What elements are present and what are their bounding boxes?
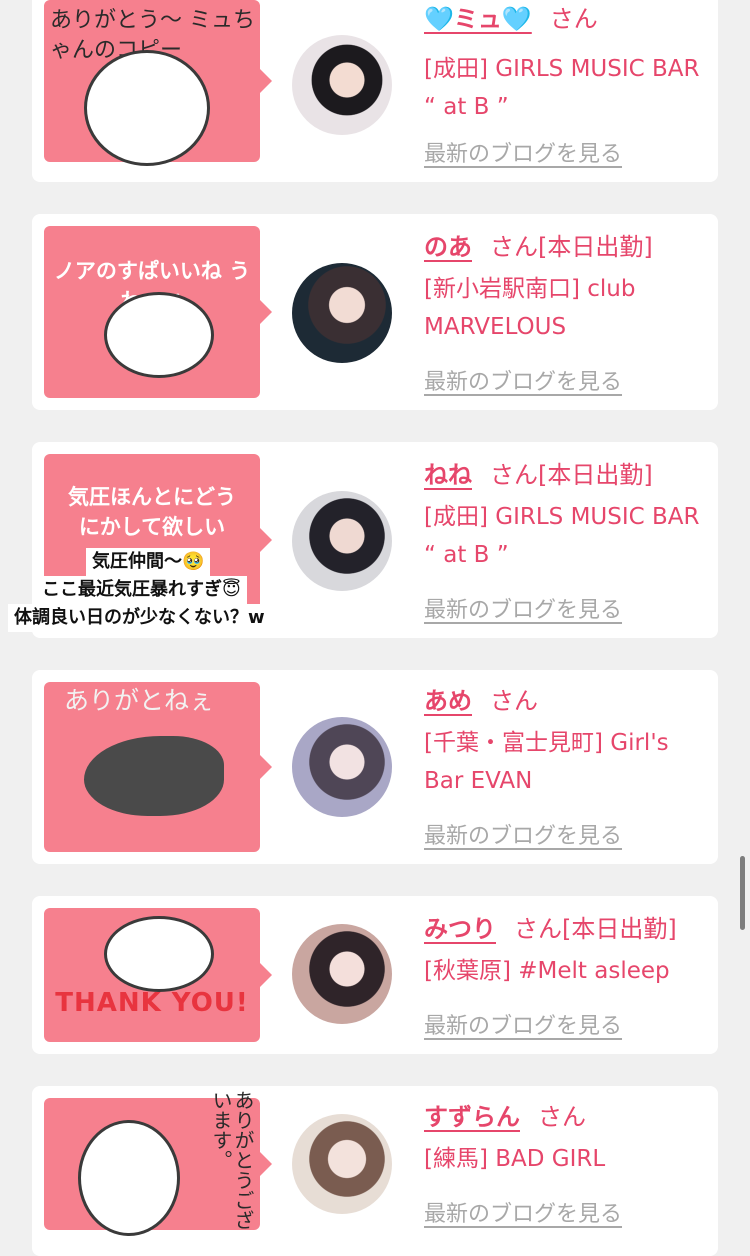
cast-name-line: のあ さん[本日出勤] [424, 230, 704, 264]
cast-name-line: みつり さん[本日出勤] [424, 912, 704, 946]
sticker-caption: THANK YOU! [55, 988, 249, 1018]
cast-name-link[interactable]: 🩵ミュ🩵 [424, 5, 532, 33]
cast-name-link[interactable]: ねね [424, 461, 472, 489]
sticker-character [104, 916, 214, 992]
avatar[interactable] [292, 1114, 392, 1214]
avatar[interactable] [292, 35, 392, 135]
cast-name-line: ねね さん[本日出勤] [424, 458, 704, 492]
shop-name: [千葉・富士見町] Girl's Bar EVAN [424, 730, 669, 794]
cast-name-link[interactable]: のあ [424, 233, 472, 261]
cast-name-line: あめ さん [424, 684, 704, 718]
sticker-caption: 気圧ほんとにどう にかして欲しい [68, 485, 236, 539]
honorific: さん [490, 687, 538, 715]
honorific: さん [549, 5, 598, 33]
cast-name-link[interactable]: あめ [424, 687, 472, 715]
cast-card[interactable]: ありがとねぇ あめ さん [千葉・富士見町] Girl's Bar EVAN 最新… [32, 670, 718, 864]
overlay-text-line: ここ最近気圧暴れすぎ😇 [36, 576, 247, 604]
avatar[interactable] [292, 717, 392, 817]
shop-name: [練馬] BAD GIRL [424, 1146, 606, 1172]
sticker-bubble: THANK YOU! [44, 908, 272, 1042]
cast-name-link[interactable]: みつり [424, 915, 496, 943]
sticker-bubble: ありがとうございます。 [44, 1090, 272, 1236]
sticker-character [78, 1120, 180, 1236]
cast-name-link[interactable]: すずらん [424, 1103, 520, 1131]
shop-name: [秋葉原] #Melt asleep [424, 958, 670, 984]
cast-card[interactable]: THANK YOU! みつり さん[本日出勤] [秋葉原] #Melt aslee… [32, 896, 718, 1054]
blog-link[interactable]: 最新のブログを見る [424, 1196, 622, 1228]
cast-card[interactable]: ありがとう〜 ミュちゃんのコピー 🩵ミュ🩵 さん [成田] GIRLS MUSIC… [32, 0, 718, 182]
scrollbar[interactable] [740, 856, 745, 930]
blog-link[interactable]: 最新のブログを見る [424, 818, 622, 850]
cast-card[interactable]: ありがとうございます。 すずらん さん [練馬] BAD GIRL 最新のブログを… [32, 1086, 718, 1256]
sticker-bubble: ありがとう〜 ミュちゃんのコピー [44, 0, 272, 166]
status-badge: [本日出勤] [538, 461, 653, 489]
sticker-bubble: ノアのすぱいいね うわーい [44, 226, 272, 398]
cast-card[interactable]: ノアのすぱいいね うわーい のあさん[本日出勤] [新小岩駅南口] club M… [32, 214, 718, 410]
honorific: さん [490, 461, 538, 489]
overlay-text-line: 体調良い日のが少なくない？w [8, 604, 271, 632]
sticker-character [84, 50, 210, 166]
blog-link[interactable]: 最新のブログを見る [424, 364, 622, 396]
avatar[interactable] [292, 491, 392, 591]
honorific: さん [490, 233, 538, 261]
sticker-character [104, 292, 214, 378]
blog-link[interactable]: 最新のブログを見る [424, 136, 622, 168]
shop-name: [成田] GIRLS MUSIC BAR “ at B ” [424, 504, 700, 568]
honorific: さん [538, 1103, 586, 1131]
overlay-text-line: 気圧仲間〜🥹 [86, 548, 211, 576]
sticker-caption: ありがとねぇ [64, 686, 215, 715]
honorific: さん [514, 915, 562, 943]
avatar[interactable] [292, 263, 392, 363]
status-badge: [本日出勤] [538, 233, 653, 261]
cast-name-line: 🩵ミュ🩵 さん [424, 2, 704, 36]
avatar[interactable] [292, 924, 392, 1024]
shop-name: [新小岩駅南口] club MARVELOUS [424, 276, 636, 340]
status-badge: [本日出勤] [562, 915, 677, 943]
blog-link[interactable]: 最新のブログを見る [424, 1008, 622, 1040]
blog-link[interactable]: 最新のブログを見る [424, 592, 622, 624]
cast-name-line: すずらん さん [424, 1100, 704, 1134]
sticker-bubble: ありがとねぇ [44, 682, 272, 852]
shop-name: [成田] GIRLS MUSIC BAR “ at B ” [424, 56, 700, 120]
sticker-caption: ありがとうございます。 [209, 1090, 255, 1230]
crow-illustration [84, 736, 224, 816]
